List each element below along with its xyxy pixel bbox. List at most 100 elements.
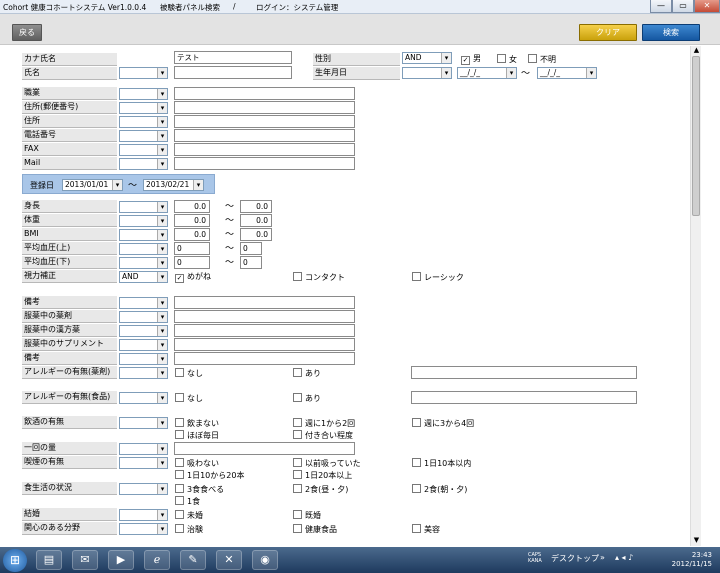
allergy-drug-none-checkbox[interactable]: なし xyxy=(175,368,203,379)
bmi-from-input[interactable]: 0.0 xyxy=(174,228,210,241)
allergy-drug-operator-select[interactable] xyxy=(119,367,168,379)
marriage-married-checkbox[interactable]: 既婚 xyxy=(293,510,321,521)
registration-from-select[interactable]: 2013/01/01 xyxy=(62,179,123,191)
ime-indicator[interactable]: CAPS KANA xyxy=(528,552,542,564)
tray-chevron-icon[interactable]: » xyxy=(600,553,605,562)
drinking-daily-checkbox[interactable]: ほぼ毎日 xyxy=(175,430,219,441)
drink-amount-select[interactable] xyxy=(119,443,168,455)
occupation-input[interactable] xyxy=(174,87,355,100)
vision-glasses-checkbox[interactable]: ✓ めがね xyxy=(175,272,211,283)
gender-female-checkbox[interactable]: 女 xyxy=(497,54,517,65)
remarks1-input[interactable] xyxy=(174,296,355,309)
smoking-10to20-checkbox[interactable]: 1日10から20本 xyxy=(175,470,244,481)
allergy-food-operator-select[interactable] xyxy=(119,392,168,404)
cohort-app-taskbar-icon[interactable]: ◉ xyxy=(252,550,278,570)
fax-match-select[interactable] xyxy=(119,144,168,156)
clock[interactable]: 23:43 2012/11/15 xyxy=(670,551,712,569)
drinking-social-checkbox[interactable]: 付き合い程度 xyxy=(293,430,353,441)
address-input[interactable] xyxy=(174,115,355,128)
diet-2meals-lunch-dinner-checkbox[interactable]: 2食(昼・夕) xyxy=(293,484,348,495)
interest-beauty-checkbox[interactable]: 美容 xyxy=(412,524,440,535)
bp-lower-from-input[interactable]: 0 xyxy=(174,256,210,269)
bmi-to-input[interactable]: 0.0 xyxy=(240,228,272,241)
bp-upper-from-input[interactable]: 0 xyxy=(174,242,210,255)
remarks2-match-select[interactable] xyxy=(119,353,168,365)
gender-operator-select[interactable]: AND xyxy=(402,52,452,64)
vision-operator-select[interactable]: AND xyxy=(119,271,168,283)
postal-input[interactable] xyxy=(174,101,355,114)
smoking-never-checkbox[interactable]: 吸わない xyxy=(175,458,219,469)
diet-operator-select[interactable] xyxy=(119,483,168,495)
scrollbar-thumb[interactable] xyxy=(692,56,700,216)
drink-amount-input[interactable] xyxy=(174,442,355,455)
allergy-food-none-checkbox[interactable]: なし xyxy=(175,393,203,404)
mail-match-select[interactable] xyxy=(119,158,168,170)
bp-lower-to-input[interactable]: 0 xyxy=(240,256,262,269)
media-taskbar-icon[interactable]: ▶ xyxy=(108,550,134,570)
meds-western-match-select[interactable] xyxy=(119,311,168,323)
drinking-never-checkbox[interactable]: 飲まない xyxy=(175,418,219,429)
clear-button[interactable]: クリア xyxy=(579,24,637,41)
smoking-over20-checkbox[interactable]: 1日20本以上 xyxy=(293,470,352,481)
smoking-operator-select[interactable] xyxy=(119,457,168,469)
meds-supplement-match-select[interactable] xyxy=(119,339,168,351)
weight-to-input[interactable]: 0.0 xyxy=(240,214,272,227)
smoking-under10-checkbox[interactable]: 1日10本以内 xyxy=(412,458,471,469)
close-button[interactable]: ✕ xyxy=(694,0,720,13)
interest-clinical-trial-checkbox[interactable]: 治験 xyxy=(175,524,203,535)
name-match-select[interactable] xyxy=(119,67,168,79)
remarks2-input[interactable] xyxy=(174,352,355,365)
back-button[interactable]: 戻る xyxy=(12,24,42,41)
kana-name-input[interactable]: テスト xyxy=(174,51,292,64)
birthdate-operator-select[interactable] xyxy=(402,67,452,79)
bmi-operator-select[interactable] xyxy=(119,229,168,241)
diet-3meals-checkbox[interactable]: 3食食べる xyxy=(175,484,224,495)
search-button[interactable]: 検索 xyxy=(642,24,700,41)
outlook-taskbar-icon[interactable]: ✉ xyxy=(72,550,98,570)
weight-from-input[interactable]: 0.0 xyxy=(174,214,210,227)
bp-upper-to-input[interactable]: 0 xyxy=(240,242,262,255)
excel-taskbar-icon[interactable]: ✕ xyxy=(216,550,242,570)
allergy-drug-detail-input[interactable] xyxy=(411,366,637,379)
vision-lasik-checkbox[interactable]: レーシック xyxy=(412,272,464,283)
interest-health-food-checkbox[interactable]: 健康食品 xyxy=(293,524,337,535)
meds-supplement-input[interactable] xyxy=(174,338,355,351)
vertical-scrollbar[interactable]: ▲ ▼ xyxy=(690,46,701,546)
diet-1meal-checkbox[interactable]: 1食 xyxy=(175,496,200,507)
mail-input[interactable] xyxy=(174,157,355,170)
drinking-3to4-checkbox[interactable]: 週に3から4回 xyxy=(412,418,474,429)
gender-unknown-checkbox[interactable]: 不明 xyxy=(528,54,556,65)
smoking-former-checkbox[interactable]: 以前吸っていた xyxy=(293,458,361,469)
scroll-down-arrow-icon[interactable]: ▼ xyxy=(692,536,701,545)
ie-taskbar-icon[interactable]: ℯ xyxy=(144,550,170,570)
name-input[interactable] xyxy=(174,66,292,79)
tools-taskbar-icon[interactable]: ✎ xyxy=(180,550,206,570)
interest-operator-select[interactable] xyxy=(119,523,168,535)
height-from-input[interactable]: 0.0 xyxy=(174,200,210,213)
phone-match-select[interactable] xyxy=(119,130,168,142)
vision-contact-checkbox[interactable]: コンタクト xyxy=(293,272,345,283)
tray-icons[interactable]: ▴ ◂ ♪ xyxy=(615,553,633,562)
bp-lower-operator-select[interactable] xyxy=(119,257,168,269)
drinking-1to2-checkbox[interactable]: 週に1から2回 xyxy=(293,418,355,429)
explorer-taskbar-icon[interactable]: ▤ xyxy=(36,550,62,570)
meds-kampo-input[interactable] xyxy=(174,324,355,337)
meds-western-input[interactable] xyxy=(174,310,355,323)
occupation-match-select[interactable] xyxy=(119,88,168,100)
marriage-single-checkbox[interactable]: 未婚 xyxy=(175,510,203,521)
birthdate-from-select[interactable]: __/_/_ xyxy=(457,67,517,79)
meds-kampo-match-select[interactable] xyxy=(119,325,168,337)
postal-match-select[interactable] xyxy=(119,102,168,114)
height-operator-select[interactable] xyxy=(119,201,168,213)
diet-2meals-breakfast-dinner-checkbox[interactable]: 2食(朝・夕) xyxy=(412,484,467,495)
gender-male-checkbox[interactable]: ✓ 男 xyxy=(461,54,481,65)
allergy-food-detail-input[interactable] xyxy=(411,391,637,404)
allergy-drug-yes-checkbox[interactable]: あり xyxy=(293,368,321,379)
minimize-button[interactable]: — xyxy=(650,0,672,13)
maximize-button[interactable]: ▭ xyxy=(672,0,694,13)
desktop-toolbar-label[interactable]: デスクトップ xyxy=(551,553,599,564)
fax-input[interactable] xyxy=(174,143,355,156)
registration-to-select[interactable]: 2013/02/21 xyxy=(143,179,204,191)
height-to-input[interactable]: 0.0 xyxy=(240,200,272,213)
birthdate-to-select[interactable]: __/_/_ xyxy=(537,67,597,79)
